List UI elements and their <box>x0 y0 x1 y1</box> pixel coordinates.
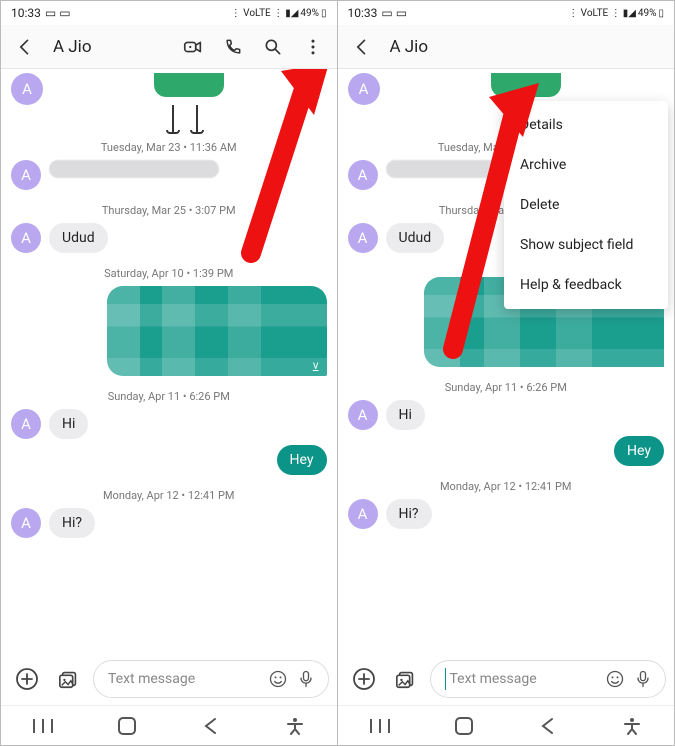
menu-details[interactable]: Details <box>504 105 668 145</box>
phone-right: 10:33 ▭ ▭ ⋮ VoLTE ⋮ ▮◢ 49% ▯ A Jio A <box>338 1 675 745</box>
status-bar: 10:33 ▭ ▭ ⋮ VoLTE ⋮ ▮◢ 49% ▯ <box>1 1 337 25</box>
add-button[interactable] <box>9 661 45 697</box>
battery-icon: ▯ <box>321 8 327 19</box>
status-signal: ▮◢ <box>623 8 636 19</box>
gallery-button[interactable] <box>51 661 87 697</box>
avatar[interactable]: A <box>11 73 43 105</box>
status-battery: 49% <box>300 8 319 19</box>
date-separator: Sunday, Apr 11 • 6:26 PM <box>1 390 337 403</box>
status-bar: 10:33 ▭ ▭ ⋮ VoLTE ⋮ ▮◢ 49% ▯ <box>338 1 675 25</box>
message-out-redacted[interactable] <box>107 286 327 376</box>
mic-button[interactable] <box>629 661 657 697</box>
overflow-menu: Details Archive Delete Show subject fiel… <box>504 101 668 309</box>
link-indicator: v <box>313 358 319 372</box>
recents-button[interactable] <box>25 708 61 744</box>
status-time: 10:33 <box>11 6 41 20</box>
battery-icon: ▯ <box>658 8 664 19</box>
date-separator: Tuesday, Mar 23 • 11:36 AM <box>1 141 337 154</box>
avatar[interactable]: A <box>11 508 41 538</box>
mic-button[interactable] <box>292 661 320 697</box>
message-in[interactable]: Udud <box>386 223 445 253</box>
gallery-button[interactable] <box>388 661 424 697</box>
status-net: ⋮ VoLTE ⋮ <box>231 8 284 19</box>
chat-area[interactable]: A Tuesday, Mar 23 • 11:36 AM A Thursday,… <box>338 69 675 653</box>
message-out[interactable]: Hey <box>614 436 664 466</box>
app-bar: A Jio <box>1 25 337 69</box>
date-separator: Monday, Apr 12 • 12:41 PM <box>338 480 675 493</box>
avatar[interactable]: A <box>11 160 41 190</box>
status-icon: ▭ ▭ <box>45 6 71 20</box>
avatar[interactable]: A <box>348 400 378 430</box>
message-placeholder: Text message <box>450 671 602 687</box>
message-input[interactable]: Text message <box>93 660 329 698</box>
menu-help-feedback[interactable]: Help & feedback <box>504 265 668 305</box>
message-input[interactable]: Text message <box>430 660 667 698</box>
status-net: ⋮ VoLTE ⋮ <box>568 8 621 19</box>
message-placeholder: Text message <box>108 671 264 687</box>
video-call-button[interactable] <box>175 29 211 65</box>
back-button[interactable] <box>7 29 43 65</box>
accessibility-button[interactable] <box>614 708 650 744</box>
composer: Text message <box>1 653 337 705</box>
composer: Text message <box>338 653 675 705</box>
home-button[interactable] <box>446 708 482 744</box>
add-button[interactable] <box>346 661 382 697</box>
home-button[interactable] <box>109 708 145 744</box>
system-nav <box>338 705 675 745</box>
date-separator: Thursday, Mar 25 • 3:07 PM <box>1 204 337 217</box>
message-in[interactable]: Hi? <box>386 499 432 529</box>
app-bar: A Jio <box>338 25 675 69</box>
search-button[interactable] <box>255 29 291 65</box>
date-separator: Monday, Apr 12 • 12:41 PM <box>1 489 337 502</box>
date-separator: Saturday, Apr 10 • 1:39 PM <box>1 267 337 280</box>
avatar[interactable]: A <box>348 73 380 105</box>
message-in[interactable]: Hi <box>49 409 88 439</box>
voice-call-button[interactable] <box>215 29 251 65</box>
menu-delete[interactable]: Delete <box>504 185 668 225</box>
overflow-menu-button[interactable] <box>295 29 331 65</box>
avatar[interactable]: A <box>348 499 378 529</box>
emoji-button[interactable] <box>601 661 629 697</box>
chat-title[interactable]: A Jio <box>47 37 171 57</box>
message-out[interactable]: Hey <box>277 445 327 475</box>
menu-archive[interactable]: Archive <box>504 145 668 185</box>
chat-area[interactable]: A Tuesday, Mar 23 • 11:36 AM A Thursday,… <box>1 69 337 653</box>
system-nav <box>1 705 337 745</box>
message-in[interactable]: Hi? <box>49 508 95 538</box>
back-nav-button[interactable] <box>530 708 566 744</box>
message-redacted <box>49 160 219 178</box>
message-in[interactable]: Udud <box>49 223 108 253</box>
avatar[interactable]: A <box>11 223 41 253</box>
back-button[interactable] <box>344 29 380 65</box>
recents-button[interactable] <box>362 708 398 744</box>
sticker-image <box>144 73 234 133</box>
menu-show-subject[interactable]: Show subject field <box>504 225 668 265</box>
avatar[interactable]: A <box>348 223 378 253</box>
text-cursor <box>445 668 446 690</box>
status-battery: 49% <box>638 8 657 19</box>
accessibility-button[interactable] <box>277 708 313 744</box>
avatar[interactable]: A <box>11 409 41 439</box>
phone-left: 10:33 ▭ ▭ ⋮ VoLTE ⋮ ▮◢ 49% ▯ A Jio <box>1 1 338 745</box>
date-separator: Sunday, Apr 11 • 6:26 PM <box>338 381 675 394</box>
avatar[interactable]: A <box>348 160 378 190</box>
message-in[interactable]: Hi <box>386 400 425 430</box>
chat-title[interactable]: A Jio <box>384 37 669 57</box>
status-time: 10:33 <box>348 6 378 20</box>
status-icon: ▭ ▭ <box>381 6 407 20</box>
back-nav-button[interactable] <box>193 708 229 744</box>
status-signal: ▮◢ <box>285 8 298 19</box>
emoji-button[interactable] <box>264 661 292 697</box>
